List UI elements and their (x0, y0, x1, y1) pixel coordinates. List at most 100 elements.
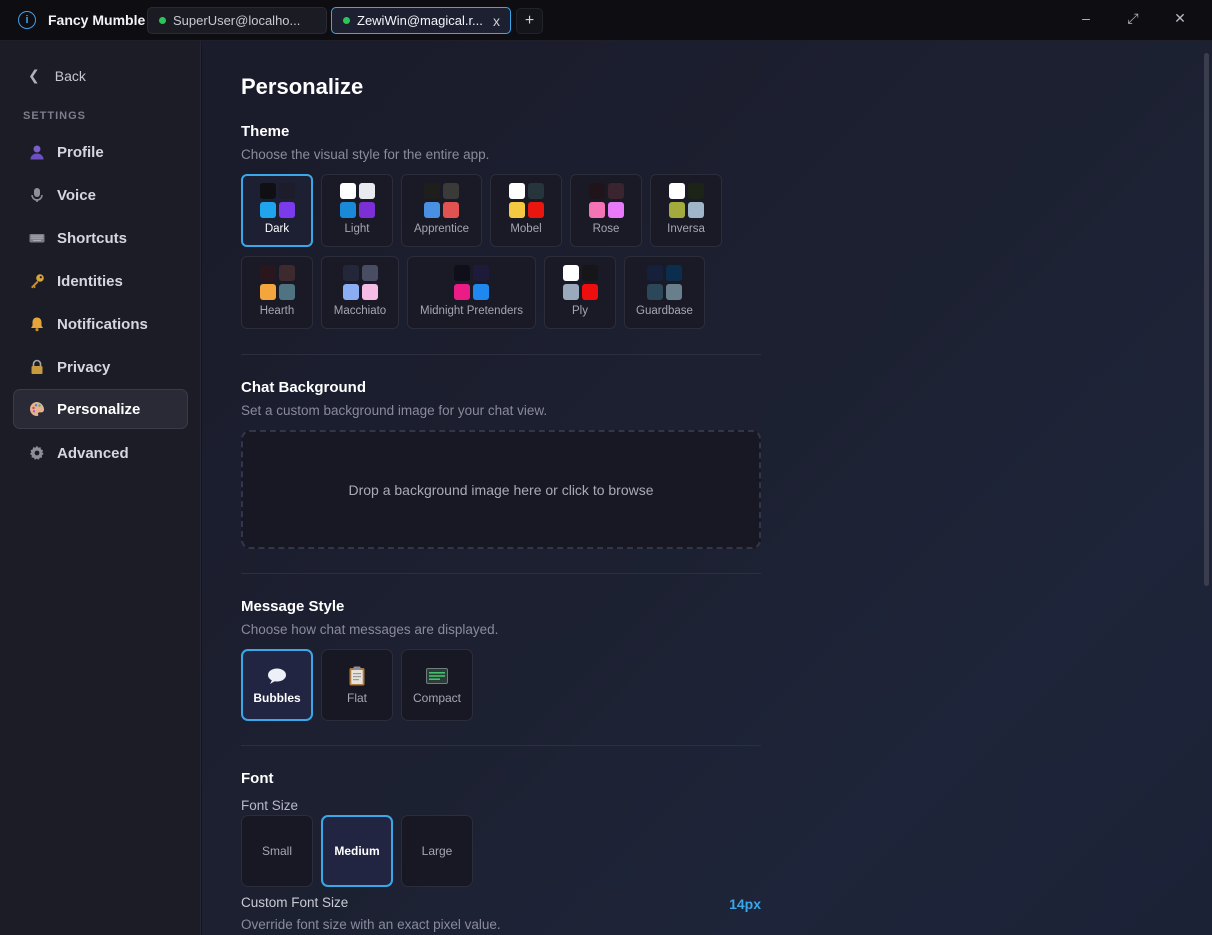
sidebar-item-label: Shortcuts (57, 229, 128, 247)
theme-label: Ply (572, 305, 588, 317)
sidebar-item-identities[interactable]: Identities (13, 261, 188, 301)
sidebar-item-label: Personalize (57, 400, 141, 418)
color-swatch (454, 284, 470, 300)
scrollbar[interactable] (1204, 53, 1209, 586)
option-label: Flat (346, 691, 367, 705)
theme-option-macchiato[interactable]: Macchiato (321, 256, 399, 329)
color-swatch (361, 284, 378, 300)
maximize-button[interactable]: ⤢ (1123, 10, 1143, 27)
tab-zewiwin[interactable]: ZewiWin@magical.r... x (331, 7, 511, 34)
theme-label: Inversa (667, 223, 705, 235)
theme-swatches (647, 265, 682, 300)
color-swatch (278, 265, 295, 281)
theme-label: Mobel (510, 223, 542, 235)
color-swatch (443, 183, 459, 199)
tab-close-button[interactable]: x (493, 13, 500, 29)
theme-swatches (588, 183, 624, 218)
color-swatch (259, 202, 276, 218)
color-swatch (259, 183, 276, 199)
message-style-bubbles[interactable]: Bubbles (241, 649, 313, 721)
color-swatch (278, 183, 295, 199)
color-swatch (581, 284, 598, 300)
page-title: Personalize (241, 74, 364, 99)
color-swatch (666, 265, 682, 281)
theme-section-description: Choose the visual style for the entire a… (241, 147, 490, 162)
close-window-button[interactable]: ✕ (1170, 10, 1190, 27)
theme-swatches (259, 183, 295, 218)
terminal-icon (426, 665, 448, 687)
lock-icon (29, 359, 45, 375)
dropzone-text: Drop a background image here or click to… (348, 481, 654, 498)
message-style-description: Choose how chat messages are displayed. (241, 622, 499, 637)
color-swatch (588, 183, 605, 199)
theme-label: Guardbase (636, 305, 693, 317)
add-tab-button[interactable]: + (516, 8, 543, 34)
color-swatch (666, 284, 682, 300)
color-swatch (508, 202, 525, 218)
theme-option-rose[interactable]: Rose (570, 174, 642, 247)
person-icon (29, 144, 45, 160)
chat-background-title: Chat Background (241, 379, 367, 396)
theme-option-hearth[interactable]: Hearth (241, 256, 313, 329)
minimize-button[interactable]: – (1076, 10, 1096, 26)
theme-label: Midnight Pretenders (420, 305, 523, 317)
color-swatch (358, 202, 375, 218)
back-button[interactable]: ❮ Back (28, 67, 86, 84)
sidebar-item-voice[interactable]: Voice (13, 175, 188, 215)
color-swatch (259, 265, 276, 281)
theme-option-apprentice[interactable]: Apprentice (401, 174, 482, 247)
settings-sidebar: ❮ Back SETTINGS Profile Voice Shortcuts … (0, 41, 201, 935)
sidebar-item-notifications[interactable]: Notifications (13, 304, 188, 344)
theme-label: Light (344, 223, 370, 235)
sidebar-item-personalize[interactable]: Personalize (13, 389, 188, 429)
info-icon[interactable]: i (18, 11, 36, 29)
theme-swatches (562, 265, 598, 300)
color-swatch (339, 183, 356, 199)
custom-font-size-value: 14px (729, 896, 761, 912)
option-label: Large (421, 844, 453, 858)
theme-option-light[interactable]: Light (321, 174, 393, 247)
color-swatch (473, 265, 489, 281)
sidebar-item-advanced[interactable]: Advanced (13, 433, 188, 473)
theme-option-guardbase[interactable]: Guardbase (624, 256, 705, 329)
font-size-medium[interactable]: Medium (321, 815, 393, 887)
sidebar-item-shortcuts[interactable]: Shortcuts (13, 218, 188, 258)
font-size-small[interactable]: Small (241, 815, 313, 887)
color-swatch (342, 284, 359, 300)
theme-swatches (424, 183, 459, 218)
color-swatch (607, 183, 624, 199)
tab-label: SuperUser@localho... (173, 13, 301, 28)
title-bar: i Fancy Mumble SuperUser@localho... Zewi… (0, 0, 1212, 41)
background-dropzone[interactable]: Drop a background image here or click to… (241, 430, 761, 549)
font-size-large[interactable]: Large (401, 815, 473, 887)
color-swatch (424, 183, 440, 199)
theme-option-midnight-pretenders[interactable]: Midnight Pretenders (407, 256, 536, 329)
sidebar-item-privacy[interactable]: Privacy (13, 347, 188, 387)
theme-label: Macchiato (333, 305, 387, 317)
theme-swatches (339, 183, 375, 218)
color-swatch (668, 202, 685, 218)
message-style-flat[interactable]: Flat (321, 649, 393, 721)
speech-bubble-icon (267, 665, 287, 687)
color-swatch (607, 202, 624, 218)
color-swatch (361, 265, 378, 281)
chevron-left-icon: ❮ (28, 67, 40, 83)
theme-option-dark[interactable]: Dark (241, 174, 313, 247)
sidebar-item-profile[interactable]: Profile (13, 132, 188, 172)
color-swatch (278, 284, 295, 300)
settings-heading: SETTINGS (23, 110, 87, 122)
theme-swatches (668, 183, 704, 218)
tab-superuser[interactable]: SuperUser@localho... (147, 7, 327, 34)
message-style-compact[interactable]: Compact (401, 649, 473, 721)
theme-option-ply[interactable]: Ply (544, 256, 616, 329)
color-swatch (358, 183, 375, 199)
color-swatch (647, 265, 663, 281)
theme-label: Dark (264, 223, 290, 235)
color-swatch (339, 202, 356, 218)
section-divider (241, 354, 761, 355)
color-swatch (527, 202, 544, 218)
theme-option-inversa[interactable]: Inversa (650, 174, 722, 247)
theme-label: Rose (592, 223, 620, 235)
theme-option-mobel[interactable]: Mobel (490, 174, 562, 247)
sidebar-item-label: Voice (57, 186, 96, 204)
